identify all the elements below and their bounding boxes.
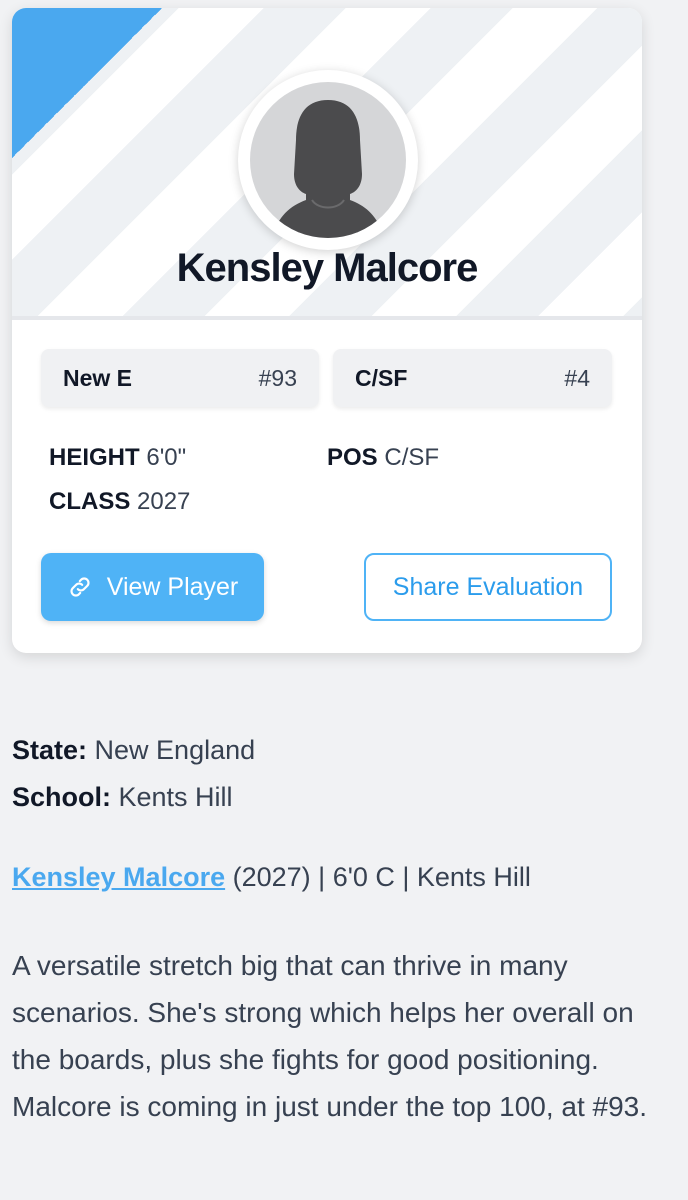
corner-ribbon (12, 8, 162, 158)
player-headline: Kensley Malcore (2027) | 6'0 C | Kents H… (12, 862, 531, 893)
view-player-label: View Player (106, 572, 239, 601)
link-icon (67, 574, 93, 600)
school-value: Kents Hill (118, 782, 233, 812)
player-card: Kensley Malcore New E #93 C/SF #4 HEIGHT… (12, 8, 642, 653)
position-rank: #4 (564, 364, 590, 391)
avatar-silhouette-icon (272, 100, 384, 238)
avatar (238, 70, 418, 250)
state-label: State: (12, 735, 88, 765)
school-line: School: Kents Hill (12, 782, 233, 813)
share-evaluation-button[interactable]: Share Evaluation (364, 553, 612, 621)
class-value: 2027 (137, 488, 191, 515)
class-stat: CLASS 2027 (49, 488, 190, 516)
player-name: Kensley Malcore (176, 246, 479, 290)
hero-divider (12, 316, 642, 320)
team-rank-badge: New E #93 (41, 349, 319, 407)
position-label: C/SF (355, 364, 408, 391)
position-rank-badge: C/SF #4 (333, 349, 612, 407)
team-label: New E (63, 364, 133, 391)
state-line: State: New England (12, 735, 255, 766)
state-value: New England (94, 735, 256, 765)
pos-label: POS (327, 444, 378, 471)
height-value: 6'0" (146, 444, 187, 471)
pos-stat: POS C/SF (327, 444, 439, 472)
height-stat: HEIGHT 6'0" (49, 444, 186, 472)
headline-details: (2027) | 6'0 C | Kents Hill (232, 862, 531, 892)
school-label: School: (12, 782, 111, 812)
height-label: HEIGHT (49, 444, 140, 471)
team-rank: #93 (258, 364, 297, 391)
pos-value: C/SF (384, 444, 440, 471)
share-evaluation-label: Share Evaluation (392, 572, 584, 601)
view-player-button[interactable]: View Player (41, 553, 264, 621)
class-label: CLASS (49, 488, 131, 515)
evaluation-text: A versatile stretch big that can thrive … (12, 950, 648, 1122)
player-name-link[interactable]: Kensley Malcore (12, 862, 225, 892)
